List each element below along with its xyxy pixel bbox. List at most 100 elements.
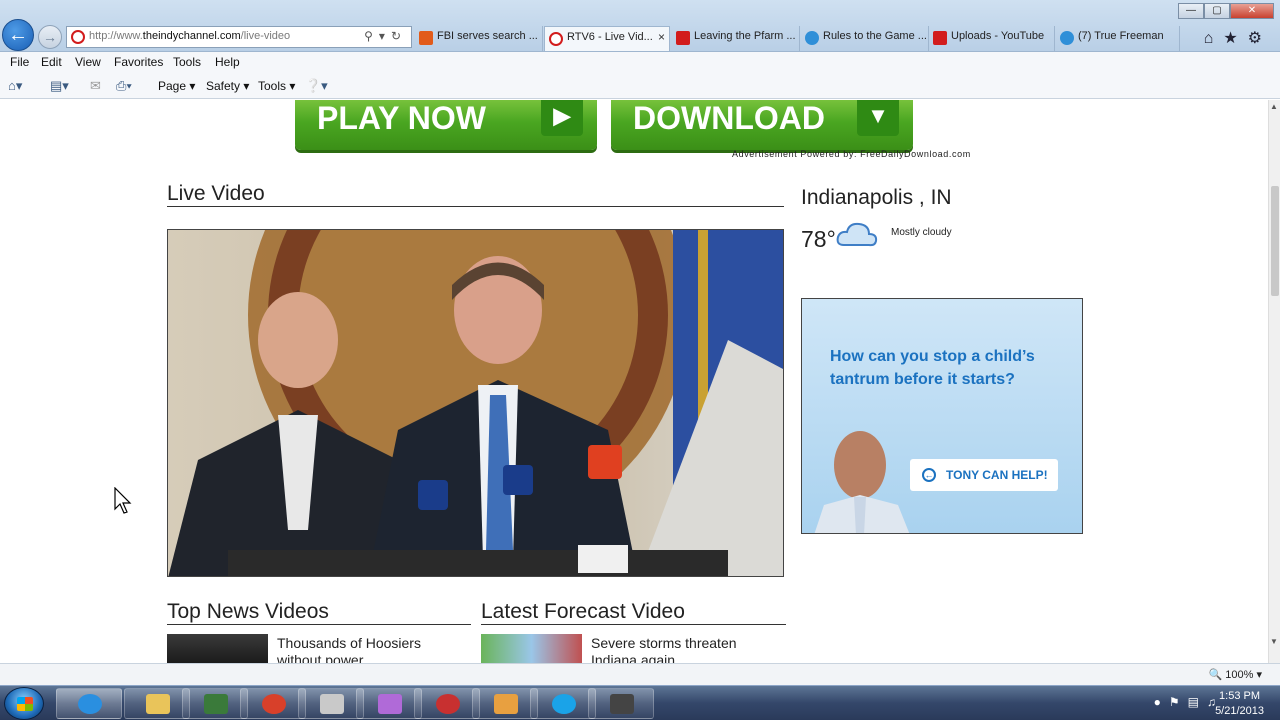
taskbar-skype[interactable] (530, 688, 596, 719)
forecast-thumbnail[interactable] (481, 634, 582, 663)
heading-divider (481, 624, 786, 625)
menu-edit[interactable]: Edit (41, 55, 62, 69)
sidebar-advertisement[interactable]: How can you stop a child’s tantrum befor… (801, 298, 1083, 534)
address-search-refresh-icons[interactable]: ⚲▾↻ (364, 29, 407, 43)
cta-label: TONY CAN HELP! (946, 468, 1048, 482)
taskbar-internet-explorer[interactable] (56, 688, 122, 719)
latest-forecast-video-heading: Latest Forecast Video (481, 600, 685, 623)
tools-menu[interactable]: Tools ▾ (258, 79, 295, 93)
address-url[interactable]: http://www.theindychannel.com/live-video (89, 30, 290, 42)
menu-tools[interactable]: Tools (173, 55, 201, 69)
tab-rtv6-live-video[interactable]: RTV6 - Live Vid... × (544, 26, 670, 51)
rss-feed-icon[interactable]: ▤▾ (50, 78, 69, 94)
taskbar-recorder[interactable] (588, 688, 654, 719)
tab-label: Uploads - YouTube (951, 30, 1045, 42)
browser-right-icons: ⌂★⚙ (1204, 28, 1272, 48)
ie-page-icon (1060, 31, 1074, 45)
tab-label: FBI serves search ... (437, 30, 538, 42)
spokesperson-photo (814, 431, 910, 533)
taskbar-file-explorer[interactable] (124, 688, 190, 719)
home-icon[interactable]: ⌂▾ (8, 78, 22, 94)
live-video-heading: Live Video (167, 182, 265, 205)
start-button[interactable] (4, 687, 44, 720)
tab-label: (7) True Freeman (1078, 30, 1164, 42)
scrollbar-thumb[interactable] (1271, 186, 1279, 296)
minimize-button[interactable]: — (1178, 3, 1204, 19)
heading-divider (167, 206, 784, 207)
system-clock[interactable]: 1:53 PM 5/21/2013 (1215, 689, 1264, 719)
heading-divider (167, 624, 471, 625)
safety-menu[interactable]: Safety ▾ (206, 79, 249, 93)
tab-rules-to-the-game[interactable]: Rules to the Game ... (801, 26, 929, 51)
tab-fbi-serves-search[interactable]: FBI serves search ... (415, 26, 543, 51)
scroll-up-icon[interactable]: ▲ (1270, 102, 1278, 111)
help-icon[interactable]: ❔▾ (305, 78, 328, 94)
command-bar: ⌂▾ ▤▾ ✉ ⎙▾ Page ▾ Safety ▾ Tools ▾ ❔▾ (0, 74, 1280, 99)
menu-favorites[interactable]: Favorites (114, 55, 163, 69)
tab-favicon-icon (805, 31, 819, 45)
read-mail-icon[interactable]: ✉ (90, 78, 101, 94)
youtube-icon (676, 31, 690, 45)
tony-can-help-button[interactable]: ← TONY CAN HELP! (910, 459, 1058, 491)
tab-label: Rules to the Game ... (823, 30, 927, 42)
tab-uploads-youtube[interactable]: Uploads - YouTube (929, 26, 1055, 51)
windows-logo-icon (17, 697, 33, 711)
recorder-icon (610, 694, 634, 714)
notification-icon[interactable]: ● (1154, 695, 1169, 709)
skype-icon (552, 694, 576, 714)
taskbar-paint[interactable] (472, 688, 538, 719)
menu-bar: File Edit View Favorites Tools Help (0, 52, 1280, 74)
camtasia-icon (204, 694, 228, 714)
taskbar-app-grid[interactable] (356, 688, 422, 719)
forward-button[interactable]: → (38, 25, 62, 49)
clock-date: 5/21/2013 (1215, 705, 1264, 717)
action-center-flag-icon[interactable]: ⚑ (1169, 695, 1188, 709)
menu-help[interactable]: Help (215, 55, 240, 69)
news-headline-link[interactable]: Thousands of Hoosiers without power (277, 635, 467, 663)
tab-label: Leaving the Pfarm ... (694, 30, 796, 42)
page-viewport: PLAY NOW ▶ DOWNLOAD ▼ Advertisement Powe… (0, 100, 1268, 663)
forecast-headline-link[interactable]: Severe storms threaten Indiana again (591, 635, 781, 663)
taskbar-tv-tuner[interactable] (414, 688, 480, 719)
tab-label: RTV6 - Live Vid... (567, 31, 653, 43)
taskbar-camtasia[interactable] (182, 688, 248, 719)
file-explorer-icon (146, 694, 170, 714)
windows-taskbar: ●⚑▤♫ 1:53 PM 5/21/2013 (0, 685, 1280, 720)
taskbar-filezilla[interactable] (240, 688, 306, 719)
back-button[interactable]: ← (2, 19, 34, 51)
page-menu[interactable]: Page ▾ (158, 79, 195, 93)
zoom-level[interactable]: 🔍 100% ▾ (1209, 668, 1262, 681)
maximize-button[interactable]: ▢ (1204, 3, 1230, 19)
clock-time: 1:53 PM (1219, 690, 1261, 702)
weather-temperature: 78° (801, 226, 836, 252)
arrow-circle-icon: ← (922, 468, 936, 482)
ad-attribution[interactable]: Advertisement Powered by: FreeDailyDownl… (732, 149, 971, 159)
print-icon[interactable]: ⎙▾ (116, 78, 132, 94)
weather-condition: Mostly cloudy (891, 227, 952, 238)
download-arrow-icon: ▼ (857, 100, 899, 136)
tab-favicon-icon (549, 32, 563, 46)
browser-titlebar: ← → http://www.theindychannel.com/live-v… (0, 0, 1280, 52)
news-thumbnail[interactable] (167, 634, 268, 663)
menu-view[interactable]: View (75, 55, 101, 69)
network-icon[interactable]: ▤ (1188, 695, 1207, 709)
scroll-down-icon[interactable]: ▼ (1270, 637, 1278, 646)
menu-file[interactable]: File (10, 55, 29, 69)
address-bar[interactable]: http://www.theindychannel.com/live-video… (66, 26, 412, 48)
tab-true-freeman[interactable]: (7) True Freeman (1056, 26, 1180, 51)
close-window-button[interactable]: ✕ (1230, 3, 1274, 19)
weather-location: Indianapolis , IN (801, 186, 952, 209)
play-now-ad-button[interactable]: PLAY NOW ▶ (295, 100, 597, 150)
home-icon[interactable]: ⌂ (1204, 30, 1224, 47)
vertical-scrollbar[interactable]: ▲ ▼ (1268, 100, 1280, 663)
favorites-star-icon[interactable]: ★ (1223, 30, 1247, 47)
download-ad-button[interactable]: DOWNLOAD ▼ (611, 100, 913, 150)
play-triangle-icon: ▶ (541, 100, 583, 136)
tab-leaving-the-pfarm[interactable]: Leaving the Pfarm ... (672, 26, 800, 51)
system-tray: ●⚑▤♫ (1154, 695, 1224, 709)
filezilla-icon (262, 694, 286, 714)
taskbar-scanner[interactable] (298, 688, 364, 719)
settings-gear-icon[interactable]: ⚙ (1248, 30, 1272, 47)
live-video-player[interactable] (167, 229, 784, 577)
tab-close-icon[interactable]: × (658, 30, 665, 44)
